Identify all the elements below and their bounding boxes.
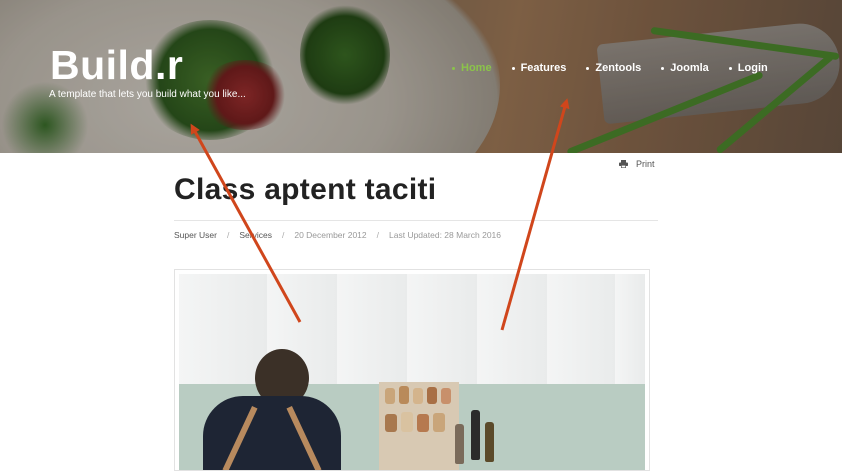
meta-category-link[interactable]: Services (239, 230, 272, 240)
bullet-icon (728, 66, 732, 70)
nav-label: Zentools (595, 62, 642, 74)
title-divider (174, 220, 658, 221)
meta-separator: / (376, 230, 380, 240)
bottle (471, 410, 480, 460)
header-banner: Build.r A template that lets you build w… (0, 0, 842, 153)
site-logo[interactable]: Build.r (50, 42, 183, 88)
printer-icon (619, 160, 628, 168)
article-meta: Super User / Services / 20 December 2012… (174, 230, 501, 240)
jar (385, 414, 397, 432)
nav-item-zentools[interactable]: Zentools (586, 62, 641, 74)
nav-item-features[interactable]: Features (511, 62, 567, 74)
bullet-icon (586, 66, 590, 70)
print-link[interactable]: Print (619, 159, 655, 169)
jar (385, 388, 395, 404)
bottle (485, 422, 494, 462)
article-image-frame (174, 269, 650, 471)
nav-item-login[interactable]: Login (728, 62, 768, 74)
meta-separator: / (227, 230, 230, 240)
meta-author: Super User (174, 230, 217, 240)
jar (401, 412, 413, 432)
cabinet (547, 274, 616, 384)
meta-separator: / (281, 230, 285, 240)
main-nav: Home Features Zentools Joomla Login (452, 62, 788, 74)
meta-updated-date: Last Updated: 28 March 2016 (389, 230, 502, 240)
nav-label: Home (461, 62, 492, 74)
cabinet (477, 274, 548, 384)
jar (427, 387, 437, 404)
meta-published-date: 20 December 2012 (294, 230, 367, 240)
bottle (455, 424, 464, 464)
jar (399, 386, 409, 404)
article-title: Class aptent taciti (174, 173, 437, 206)
nav-item-home[interactable]: Home (452, 62, 492, 74)
nav-label: Joomla (670, 62, 709, 74)
jar (417, 414, 429, 432)
cabinet (615, 274, 645, 384)
jar (413, 388, 423, 404)
print-label: Print (636, 159, 655, 169)
cabinet (407, 274, 478, 384)
cabinet (337, 274, 408, 384)
cabinet (179, 274, 268, 384)
jar (433, 413, 445, 432)
nav-item-joomla[interactable]: Joomla (661, 62, 709, 74)
nav-label: Login (737, 62, 768, 74)
site-tagline: A template that lets you build what you … (49, 89, 246, 100)
nav-label: Features (520, 62, 567, 74)
jar (441, 388, 451, 404)
article-image (179, 274, 645, 470)
bullet-icon (511, 66, 515, 70)
bullet-icon (661, 66, 665, 70)
bullet-icon (452, 66, 455, 70)
